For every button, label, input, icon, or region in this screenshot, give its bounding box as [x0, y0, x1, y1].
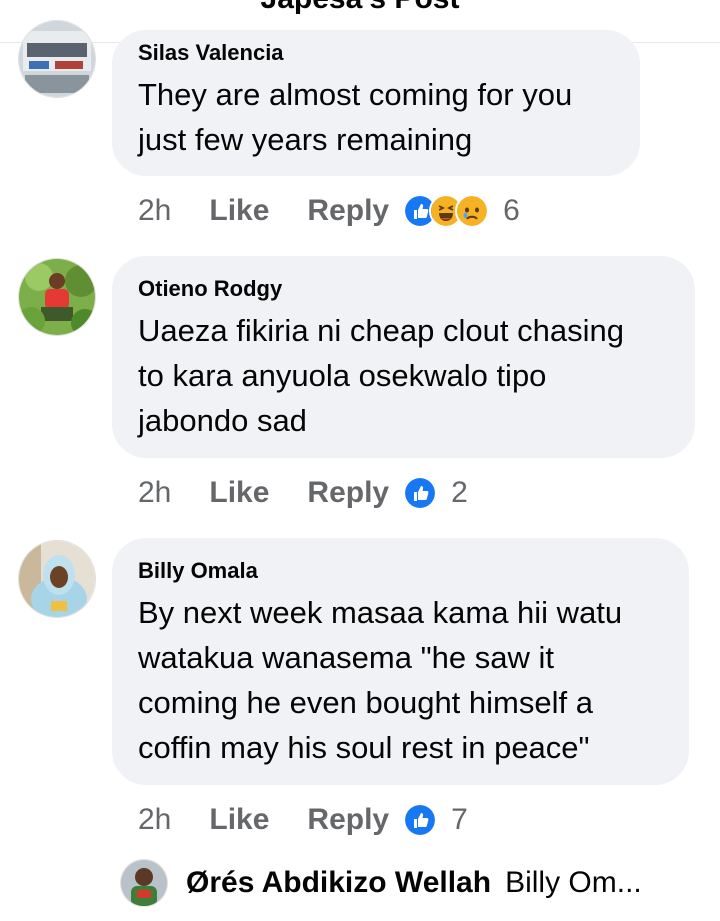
like-button[interactable]: Like: [209, 194, 269, 228]
reactions[interactable]: [403, 803, 438, 837]
reaction-count[interactable]: 2: [451, 476, 468, 510]
reaction-count[interactable]: 6: [503, 194, 520, 228]
comment-text: By next week masaa kama hii watu watakua…: [138, 595, 623, 765]
reply-preview[interactable]: Ørés Abdikizo Wellah Billy Om...: [120, 855, 642, 911]
comment-text: They are almost coming for you just few …: [138, 77, 573, 157]
reply-button[interactable]: Reply: [307, 194, 389, 228]
comment-bubble: Otieno Rodgy Uaeza fikiria ni cheap clou…: [112, 256, 695, 458]
like-button[interactable]: Like: [209, 476, 269, 510]
comment-author[interactable]: Billy Omala: [138, 558, 258, 584]
avatar[interactable]: [18, 20, 96, 98]
comment-bubble: Silas Valencia They are almost coming fo…: [112, 30, 640, 176]
comment-author[interactable]: Otieno Rodgy: [138, 276, 282, 302]
comment-text: Uaeza fikiria ni cheap clout chasing to …: [138, 313, 624, 438]
comment-time[interactable]: 2h: [138, 194, 171, 228]
like-button[interactable]: Like: [209, 803, 269, 837]
reply-button[interactable]: Reply: [307, 476, 389, 510]
reply-button[interactable]: Reply: [307, 803, 389, 837]
avatar[interactable]: [18, 258, 96, 336]
like-reaction-icon: [403, 476, 438, 510]
comment-actions: 2h Like Reply 2: [138, 473, 468, 513]
comment-time[interactable]: 2h: [138, 803, 171, 837]
like-reaction-icon: [403, 803, 438, 837]
comment-actions: 2h Like Reply 7: [138, 800, 468, 840]
reactions[interactable]: [403, 194, 490, 228]
avatar[interactable]: [18, 540, 96, 618]
comment-bubble: Billy Omala By next week masaa kama hii …: [112, 538, 689, 785]
reply-author[interactable]: Ørés Abdikizo Wellah: [186, 866, 491, 900]
comment-author[interactable]: Silas Valencia: [138, 40, 284, 66]
comment-time[interactable]: 2h: [138, 476, 171, 510]
sad-reaction-icon: [455, 194, 490, 228]
reply-text: Billy Om...: [505, 866, 642, 899]
reply-avatar[interactable]: [120, 859, 168, 907]
comment-actions: 2h Like Reply 6: [138, 191, 520, 231]
post-title: Japesa's Post: [0, 0, 720, 16]
reactions[interactable]: [403, 476, 438, 510]
reaction-count[interactable]: 7: [451, 803, 468, 837]
